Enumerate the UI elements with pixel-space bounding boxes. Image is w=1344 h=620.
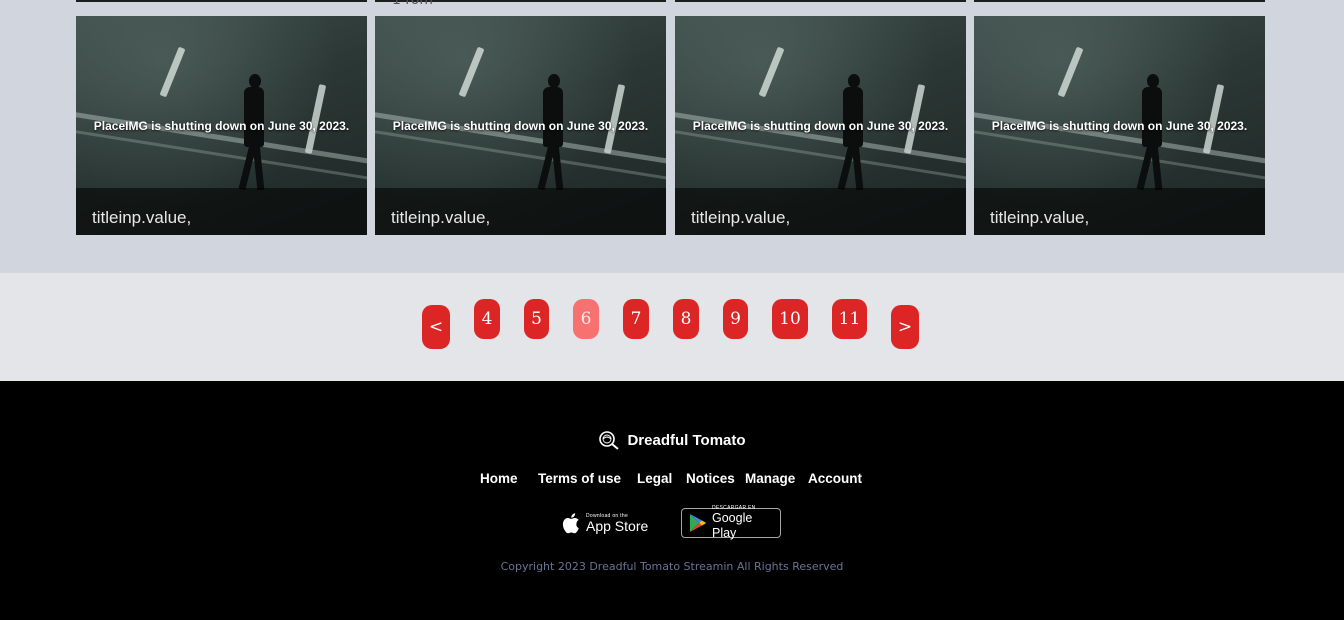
card-title: titleinp.value, [391,208,491,227]
footer-link-manage[interactable]: Manage [745,471,795,486]
card-caption-bar: titleinp.value, [76,188,367,235]
app-store-label: App Store [586,517,649,534]
pagination: < 4 5 6 7 8 9 10 11 > [0,273,1344,381]
page-button-5[interactable]: 5 [524,299,549,339]
next-page-button[interactable]: > [891,305,919,349]
movie-card[interactable]: PlaceIMG is shutting down on June 30, 20… [76,16,367,235]
page-button-6-current[interactable]: 6 [573,299,599,339]
movie-grid: 1 rom PlaceIMG is shutting down on June … [0,0,1344,273]
placeholder-notice: PlaceIMG is shutting down on June 30, 20… [392,119,649,133]
footer: Dreadful Tomato Home Terms of use Legal … [0,381,1344,620]
card-caption-bar: titleinp.value, [375,188,666,235]
placeholder-notice: PlaceIMG is shutting down on June 30, 20… [93,119,350,133]
card-caption-bar: titleinp.value, [974,188,1265,235]
page-button-10[interactable]: 10 [772,299,808,339]
page-button-11[interactable]: 11 [832,299,867,339]
brand-name: Dreadful Tomato [627,431,746,449]
movie-card[interactable]: PlaceIMG is shutting down on June 30, 20… [675,16,966,235]
magnifier-logo-icon [599,431,620,450]
play-store-icon [689,514,706,532]
footer-link-terms[interactable]: Terms of use [538,471,621,486]
previous-row-card-edge [76,0,367,2]
google-play-badge[interactable]: DESCARGAR EN Google Play [681,505,781,540]
page-button-7[interactable]: 7 [623,299,649,339]
app-store-badge[interactable]: Download on the App Store [562,508,660,538]
page-button-9[interactable]: 9 [723,299,748,339]
card-title: titleinp.value, [92,208,192,227]
movie-card[interactable]: PlaceIMG is shutting down on June 30, 20… [974,16,1265,235]
movie-card[interactable]: PlaceIMG is shutting down on June 30, 20… [375,16,666,235]
previous-row-card-edge [675,0,966,2]
footer-link-home[interactable]: Home [480,471,518,486]
card-caption-bar: titleinp.value, [675,188,966,235]
card-title: titleinp.value, [990,208,1090,227]
copyright-text: Copyright 2023 Dreadful Tomato Streamin … [500,560,844,573]
google-play-label: Google Play [711,511,753,540]
footer-link-notices[interactable]: Notices [686,471,735,486]
placeholder-notice: PlaceIMG is shutting down on June 30, 20… [692,119,949,133]
page-button-4[interactable]: 4 [474,299,500,339]
footer-link-legal[interactable]: Legal [637,471,672,486]
previous-row-card-edge [974,0,1265,2]
apple-icon [562,513,579,534]
page-button-8[interactable]: 8 [673,299,699,339]
placeholder-notice: PlaceIMG is shutting down on June 30, 20… [991,119,1248,133]
prev-page-button[interactable]: < [422,305,450,349]
footer-brand[interactable]: Dreadful Tomato [0,430,1344,450]
card-title: titleinp.value, [691,208,791,227]
previous-row-text-fragment: 1 rom [392,0,434,8]
footer-link-account[interactable]: Account [808,471,862,486]
